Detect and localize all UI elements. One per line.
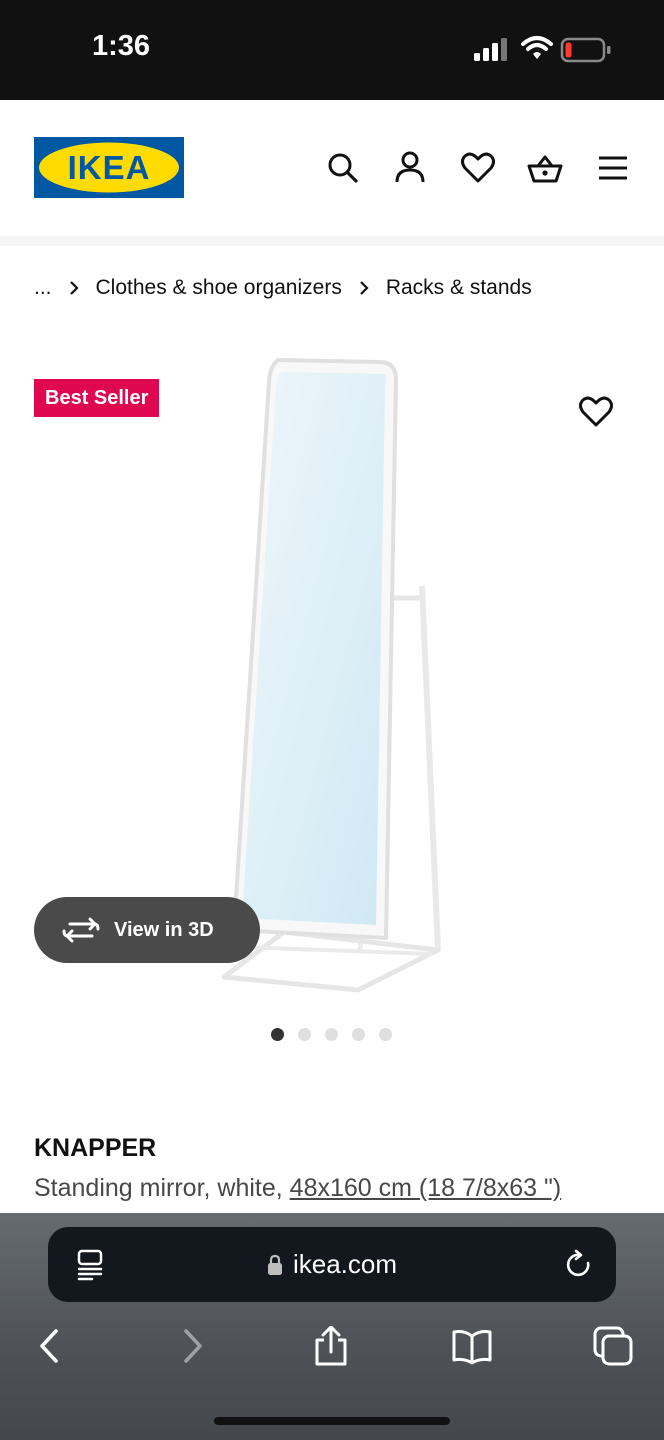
search-icon[interactable] — [325, 150, 361, 186]
address-bar[interactable]: ikea.com — [48, 1227, 616, 1302]
status-time: 1:36 — [92, 30, 151, 62]
breadcrumb-ellipsis[interactable]: ... — [34, 276, 52, 300]
signal-icon — [474, 38, 507, 61]
breadcrumb-clothes-shoe-organizers[interactable]: Clothes & shoe organizers — [96, 276, 342, 300]
share-icon[interactable] — [311, 1326, 351, 1366]
wifi-icon — [521, 36, 553, 59]
product-description: Standing mirror, white, 48x160 cm (18 7/… — [34, 1174, 561, 1203]
lock-icon — [267, 1254, 282, 1275]
account-icon[interactable] — [392, 150, 428, 186]
product-size-link[interactable]: 48x160 cm (18 7/8x63 ") — [290, 1174, 562, 1202]
carousel-dot[interactable] — [298, 1028, 311, 1041]
breadcrumb-racks-stands[interactable]: Racks & stands — [386, 276, 532, 300]
url-text: ikea.com — [292, 1249, 398, 1279]
carousel-dot[interactable] — [379, 1028, 392, 1041]
bookmarks-icon[interactable] — [452, 1326, 492, 1366]
menu-icon[interactable] — [595, 150, 631, 186]
product-name: KNAPPER — [34, 1134, 157, 1162]
logo-text: IKEA — [68, 149, 151, 186]
cart-icon[interactable] — [527, 150, 563, 186]
header-divider — [0, 236, 664, 246]
view-in-3d-label: View in 3D — [114, 918, 214, 941]
url-display[interactable]: ikea.com — [48, 1249, 616, 1280]
forward-icon[interactable] — [172, 1326, 212, 1366]
chevron-right-icon — [360, 281, 369, 295]
tabs-icon[interactable] — [593, 1326, 633, 1366]
favorite-heart-icon[interactable] — [578, 394, 614, 430]
chevron-right-icon — [69, 281, 79, 295]
carousel-dot[interactable] — [271, 1028, 284, 1041]
image-carousel-dots — [271, 1028, 392, 1041]
view-in-3d-button[interactable]: View in 3D — [34, 897, 260, 963]
home-indicator — [214, 1417, 450, 1425]
carousel-dot[interactable] — [352, 1028, 365, 1041]
heart-icon[interactable] — [460, 150, 496, 186]
carousel-dot[interactable] — [325, 1028, 338, 1041]
back-icon[interactable] — [30, 1326, 70, 1366]
breadcrumb: ... Clothes & shoe organizers Racks & st… — [34, 273, 532, 303]
rotate-3d-icon — [62, 917, 100, 943]
reload-icon[interactable] — [564, 1249, 594, 1281]
ikea-logo[interactable]: IKEA — [34, 137, 184, 198]
product-type: Standing mirror, white, — [34, 1174, 283, 1202]
best-seller-badge: Best Seller — [34, 379, 160, 417]
battery-icon — [560, 37, 611, 63]
